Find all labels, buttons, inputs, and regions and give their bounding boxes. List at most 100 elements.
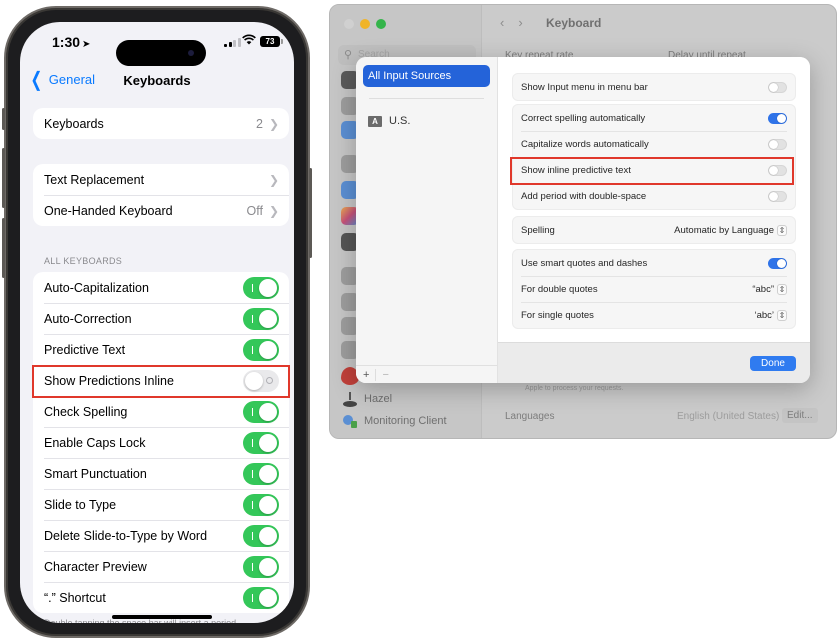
toggle-switch[interactable] <box>243 462 279 485</box>
input-source-label: U.S. <box>389 115 411 127</box>
toggle-knob <box>769 165 778 175</box>
zoom-button[interactable] <box>376 19 386 29</box>
row-label: Auto-Capitalization <box>44 280 149 295</box>
smart-quotes-toggle[interactable] <box>768 257 787 269</box>
setting-label: Add period with double-space <box>521 190 647 202</box>
keyboards-row[interactable]: Keyboards 2 ❯ <box>33 108 289 139</box>
toggle-switch[interactable] <box>243 524 279 547</box>
toggle-switch[interactable] <box>243 400 279 423</box>
silent-switch <box>2 108 5 130</box>
remove-source-button[interactable]: − <box>382 369 388 381</box>
row-label: Auto-Correction <box>44 311 132 326</box>
toggle-knob <box>259 557 277 576</box>
toggle-knob <box>259 495 277 514</box>
close-button[interactable] <box>344 19 354 29</box>
toggle-row: Slide to Type <box>33 489 289 520</box>
all-keyboards-group: Auto-Capitalization Auto-Correction Predic… <box>33 272 289 613</box>
spelling-value[interactable]: Automatic by Language <box>674 225 774 236</box>
toggle-knob <box>769 191 778 201</box>
row-label: Enable Caps Lock <box>44 435 146 450</box>
back-icon[interactable]: ‹ <box>500 15 518 30</box>
toggle-row: Enable Caps Lock <box>33 427 289 458</box>
text-options-group: Text Replacement ❯ One-Handed Keyboard O… <box>33 164 289 226</box>
toggle-row: Auto-Capitalization <box>33 272 289 303</box>
window-controls <box>344 19 386 29</box>
row-label: Predictive Text <box>44 342 126 357</box>
toggle-state-mark <box>252 593 253 602</box>
text-replacement-row[interactable]: Text Replacement ❯ <box>33 164 289 195</box>
toggle-switch[interactable] <box>243 493 279 516</box>
all-input-sources-item[interactable]: All Input Sources <box>363 65 490 87</box>
volume-down-button <box>2 218 5 278</box>
setting-toggle[interactable] <box>768 164 787 176</box>
chevron-right-icon: ❯ <box>268 203 279 218</box>
setting-toggle[interactable] <box>768 112 787 124</box>
setting-toggle[interactable] <box>768 81 787 93</box>
forward-icon[interactable]: › <box>518 15 536 30</box>
wifi-icon <box>242 34 256 48</box>
row-label: Smart Punctuation <box>44 466 147 481</box>
row-label: Show Predictions Inline <box>44 373 174 388</box>
toggle-switch[interactable] <box>243 338 279 361</box>
setting-toggle[interactable] <box>768 138 787 150</box>
input-sources-sheet: All Input Sources A U.S. + − Show Input … <box>356 57 810 383</box>
updown-chevron-icon[interactable]: ⇕ <box>777 283 787 295</box>
toggle-state-mark <box>252 345 253 354</box>
languages-value: English (United States) <box>677 411 780 422</box>
toggle-switch[interactable] <box>243 307 279 330</box>
toggle-knob <box>259 526 277 545</box>
toggle-row: Character Preview <box>33 551 289 582</box>
home-indicator <box>112 615 212 619</box>
location-arrow-icon: ➤ <box>82 39 91 50</box>
one-handed-keyboard-row[interactable]: One-Handed Keyboard Off ❯ <box>33 195 289 226</box>
updown-chevron-icon[interactable]: ⇕ <box>777 309 787 321</box>
toggle-knob <box>769 82 778 92</box>
setting-toggle[interactable] <box>768 190 787 202</box>
sidebar-item-monitoring-client[interactable]: Monitoring Client <box>342 413 447 429</box>
double-quotes-value[interactable]: “abc” <box>752 284 774 295</box>
edit-languages-button[interactable]: Edit... <box>782 408 818 423</box>
sheet-footer: Done <box>498 342 810 383</box>
add-source-button[interactable]: + <box>363 369 369 381</box>
done-button[interactable]: Done <box>750 356 796 371</box>
setting-label: Show Input menu in menu bar <box>521 81 648 93</box>
toggle-knob <box>769 139 778 149</box>
row-label: One-Handed Keyboard <box>44 203 173 218</box>
toggle-switch[interactable] <box>243 586 279 609</box>
sidebar-item-hazel[interactable]: Hazel <box>342 391 392 407</box>
toggle-state-mark <box>252 500 253 509</box>
smart-quotes-label: Use smart quotes and dashes <box>521 257 648 269</box>
minimize-button[interactable] <box>360 19 370 29</box>
toggle-row: Delete Slide-to-Type by Word <box>33 520 289 551</box>
setting-row: Show Input menu in menu bar <box>513 74 795 100</box>
iphone-screen: 1:30 ➤ 73 ❮ General Keyboards Keyboards 2… <box>20 22 294 623</box>
toggle-switch[interactable] <box>243 555 279 578</box>
input-source-us[interactable]: A U.S. <box>368 115 410 127</box>
window-title: Keyboard <box>546 16 602 30</box>
toggle-knob <box>259 402 277 421</box>
toggle-switch[interactable] <box>243 431 279 454</box>
toggle-knob <box>245 371 263 390</box>
toggle-knob <box>259 278 277 297</box>
toggle-row: Smart Punctuation <box>33 458 289 489</box>
toggle-knob <box>259 309 277 328</box>
toggle-state-mark <box>252 283 253 292</box>
setting-row: Capitalize words automatically <box>513 131 795 157</box>
text-correction-group: Correct spelling automatically Capitalize… <box>512 104 796 210</box>
toggle-state-mark <box>266 376 273 384</box>
toggle-switch[interactable] <box>243 276 279 299</box>
toggle-knob <box>259 340 277 359</box>
toggle-state-mark <box>252 469 253 478</box>
toggle-knob <box>259 588 277 607</box>
side-button <box>309 168 312 258</box>
setting-row: Add period with double-space <box>513 183 795 209</box>
history-navigation: ‹› <box>500 15 537 30</box>
updown-chevron-icon[interactable]: ⇕ <box>777 224 787 236</box>
toggle-knob <box>259 464 277 483</box>
dynamic-island <box>116 40 206 66</box>
toggle-row: Check Spelling <box>33 396 289 427</box>
toggle-knob <box>777 113 786 123</box>
toggle-switch[interactable] <box>243 369 279 392</box>
single-quotes-value[interactable]: ‘abc’ <box>754 310 774 321</box>
page-title: Keyboards <box>123 73 191 88</box>
